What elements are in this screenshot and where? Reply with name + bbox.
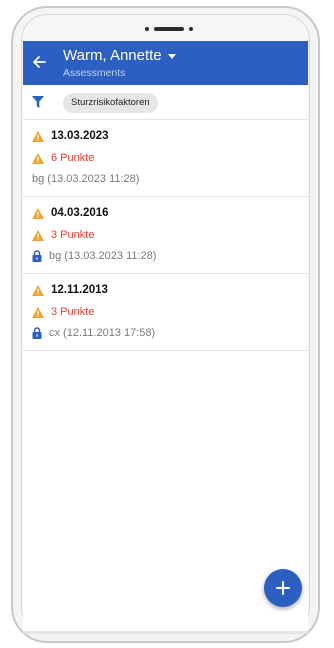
warning-icon: [32, 152, 44, 164]
chevron-down-icon: [167, 54, 176, 59]
assessment-meta: bg (13.03.2023 11:28): [32, 173, 140, 185]
app-bar: Warm, Annette Assessments: [23, 41, 308, 85]
app-screen: Warm, Annette Assessments Sturzrisikofak…: [23, 41, 308, 631]
warning-icon: [32, 306, 44, 318]
list-item[interactable]: 12.11.2013 3 Punkte cx (12.11.2013 17:58…: [23, 274, 308, 351]
patient-selector[interactable]: Warm, Annette: [63, 47, 176, 64]
add-assessment-button[interactable]: [264, 569, 302, 607]
assessment-points: 3 Punkte: [51, 306, 95, 318]
list-item[interactable]: 04.03.2016 3 Punkte bg (13.03.2023 11:28…: [23, 197, 308, 274]
filter-chip[interactable]: Sturzrisikofaktoren: [63, 93, 158, 113]
page-title: Warm, Annette: [63, 47, 162, 64]
assessment-points: 6 Punkte: [51, 152, 95, 164]
device-speaker: [145, 27, 193, 31]
assessment-date: 04.03.2016: [51, 207, 109, 219]
assessment-date: 12.11.2013: [51, 284, 108, 296]
plus-icon: [276, 581, 290, 595]
assessment-points: 3 Punkte: [51, 229, 95, 241]
back-arrow-icon[interactable]: [32, 55, 46, 69]
filter-icon[interactable]: [32, 96, 44, 108]
warning-icon: [32, 130, 44, 142]
assessment-list: 13.03.2023 6 Punkte bg (13.03.2023 11:28…: [23, 120, 308, 351]
list-item[interactable]: 13.03.2023 6 Punkte bg (13.03.2023 11:28…: [23, 120, 308, 197]
assessment-meta: bg (13.03.2023 11:28): [49, 250, 157, 262]
warning-icon: [32, 229, 44, 241]
device-bottom-strip: [23, 631, 308, 634]
assessment-meta: cx (12.11.2013 17:58): [49, 327, 156, 339]
warning-icon: [32, 207, 44, 219]
lock-icon: [32, 327, 42, 339]
lock-icon: [32, 250, 42, 262]
page-subtitle: Assessments: [63, 67, 126, 79]
assessment-date: 13.03.2023: [51, 130, 109, 142]
filter-bar: Sturzrisikofaktoren: [23, 85, 308, 120]
warning-icon: [32, 284, 44, 296]
